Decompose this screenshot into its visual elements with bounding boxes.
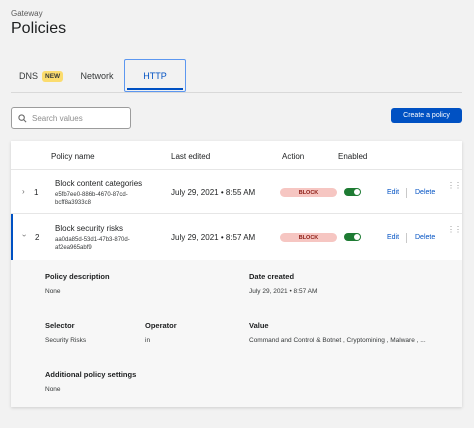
action-separator: [406, 233, 407, 243]
last-edited: July 29, 2021 • 8:55 AM: [171, 188, 256, 197]
value-label: Value: [249, 321, 269, 330]
column-header-enabled[interactable]: Enabled: [338, 152, 367, 161]
row-number: 2: [35, 233, 40, 242]
breadcrumb[interactable]: Gateway: [11, 9, 43, 18]
tab-network[interactable]: Network: [73, 62, 121, 90]
toggle-knob: [354, 189, 360, 195]
chevron-right-icon[interactable]: ›: [22, 187, 25, 196]
new-badge: NEW: [42, 70, 64, 82]
search-icon: [18, 113, 27, 122]
selector-value: Security Risks: [45, 337, 87, 344]
create-policy-button[interactable]: Create a policy: [391, 108, 462, 123]
policy-id-line1: aa0da85d-53d1-47b3-870d-: [55, 237, 130, 243]
column-header-last-edited[interactable]: Last edited: [171, 152, 210, 161]
tab-dns[interactable]: DNS NEW: [11, 62, 64, 90]
drag-handle-icon[interactable]: ⋮⋮: [447, 226, 462, 234]
policy-details-panel: Policy description None Date created Jul…: [11, 260, 462, 407]
enabled-toggle[interactable]: [344, 233, 361, 241]
enabled-toggle[interactable]: [344, 188, 361, 196]
policies-table: Policy name Last edited Action Enabled ›…: [11, 141, 462, 407]
drag-handle-icon[interactable]: ⋮⋮: [447, 182, 462, 190]
edit-link[interactable]: Edit: [387, 189, 399, 196]
edit-link[interactable]: Edit: [387, 234, 399, 241]
table-row[interactable]: › 1 Block content categories e5fb7ee0-88…: [11, 170, 462, 214]
additional-settings-label: Additional policy settings: [45, 370, 137, 379]
policy-name: Block security risks: [55, 224, 124, 233]
policy-id-line1: e5fb7ee0-886b-4670-87cd-: [55, 192, 128, 198]
page-title: Policies: [11, 20, 67, 37]
search-box[interactable]: [11, 107, 131, 129]
date-created-label: Date created: [249, 272, 295, 281]
policy-description-label: Policy description: [45, 272, 110, 281]
toggle-knob: [354, 234, 360, 240]
value-value: Command and Control & Botnet , Cryptomin…: [249, 337, 426, 344]
column-header-action[interactable]: Action: [282, 152, 304, 161]
table-row[interactable]: › 2 Block security risks aa0da85d-53d1-4…: [11, 214, 462, 260]
search-input[interactable]: [32, 113, 122, 123]
policy-description-value: None: [45, 288, 61, 295]
delete-link[interactable]: Delete: [415, 234, 435, 241]
column-header-policy-name[interactable]: Policy name: [51, 152, 95, 161]
operator-value: in: [145, 337, 151, 344]
action-badge: BLOCK: [280, 188, 337, 197]
selector-label: Selector: [45, 321, 75, 330]
policy-id-line2: bcff8a3933c8: [55, 200, 91, 206]
active-tab-indicator: [127, 88, 183, 90]
tab-dns-label: DNS: [19, 71, 39, 81]
last-edited: July 29, 2021 • 8:57 AM: [171, 233, 256, 242]
delete-link[interactable]: Delete: [415, 189, 435, 196]
policy-name: Block content categories: [55, 179, 143, 188]
tab-http-label: HTTP: [143, 70, 167, 81]
tab-network-label: Network: [80, 71, 114, 81]
additional-settings-value: None: [45, 386, 61, 393]
policy-id-line2: af2ea965abf9: [55, 245, 92, 251]
action-separator: [406, 188, 407, 198]
operator-label: Operator: [145, 321, 177, 330]
chevron-down-icon[interactable]: ›: [20, 234, 29, 237]
action-badge: BLOCK: [280, 233, 337, 242]
tabs-divider: [11, 92, 462, 93]
row-number: 1: [34, 188, 39, 197]
date-created-value: July 29, 2021 • 8:57 AM: [249, 288, 318, 295]
